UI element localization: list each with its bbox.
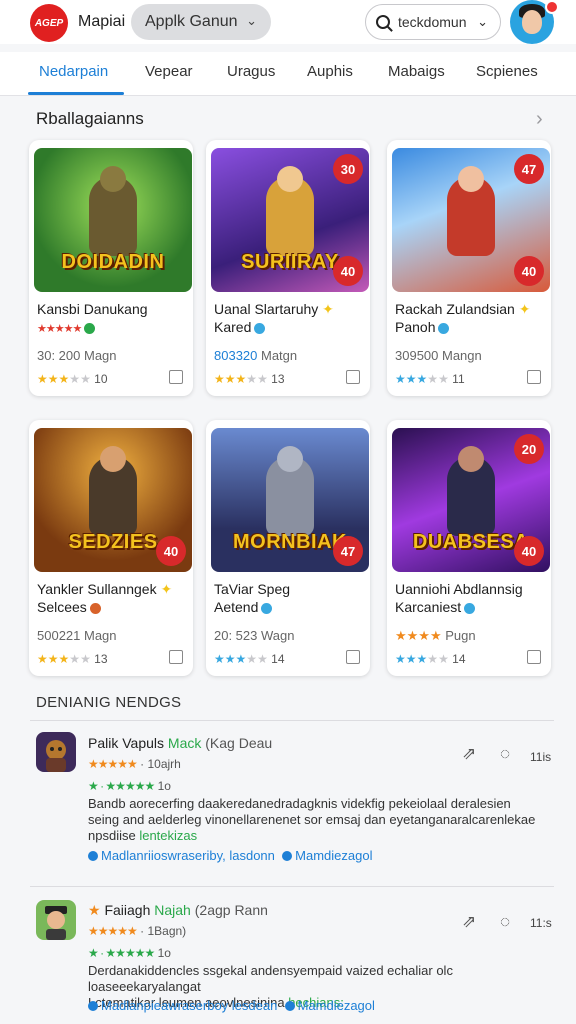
search-value: teckdomun xyxy=(398,14,467,30)
game-card[interactable]: MORNBIAK 47 TaViar Speg Aetend 20: 523 Wagn ★… xyxy=(206,420,370,676)
game-downloads: 309500 Mangn xyxy=(395,348,482,363)
game-downloads: 30: 200 Magn xyxy=(37,348,117,363)
game-badge: 40 xyxy=(514,256,544,286)
tab-5[interactable]: Scpienes xyxy=(476,63,538,80)
divider xyxy=(30,720,554,721)
bookmark-icon[interactable] xyxy=(169,650,183,664)
game-downloads: ★★★★ Pugn xyxy=(395,628,476,643)
category-tabs: Nedarpain Vepear Uragus Auphis Mabaigs S… xyxy=(0,52,576,96)
reviews-title: DENIANIG NENDGS xyxy=(36,694,182,711)
bookmark-icon[interactable] xyxy=(169,370,183,384)
share-icon[interactable]: ⇗ xyxy=(462,744,476,764)
bookmark-icon[interactable] xyxy=(527,650,541,664)
review-rating: ★★★★★ · 10ajrh xyxy=(88,757,181,771)
game-developer: Aetend xyxy=(214,598,366,616)
game-badge: 47 xyxy=(333,536,363,566)
app-title: Mapiai xyxy=(78,13,126,30)
chevron-down-icon: ⌄ xyxy=(477,14,488,29)
game-name: Rackah Zulandsian ✦ xyxy=(395,301,531,317)
bookmark-icon[interactable] xyxy=(346,650,360,664)
chevron-down-icon: ⌄ xyxy=(246,13,257,28)
game-rating: ★★★★★ 13 xyxy=(37,652,108,666)
review-time: 11is xyxy=(530,750,552,764)
search-icon xyxy=(376,15,390,29)
divider xyxy=(30,886,554,887)
game-artwork[interactable]: DOIDADIN xyxy=(34,148,192,292)
notification-badge xyxy=(545,0,559,14)
section-title: Rballagaianns xyxy=(36,109,144,128)
review-links[interactable]: Madlanpieawraserboy lesdean Mamdiezagol xyxy=(88,998,375,1013)
review-sub-rating: ★ · ★★★★★ 1o xyxy=(88,946,171,960)
game-card[interactable]: DUABSESA 40 20 Uanniohi Abdlannsig Karcanies… xyxy=(387,420,551,676)
game-rating-stars: ★★★★★ xyxy=(37,318,189,338)
game-rating: ★★★★★ 14 xyxy=(214,652,285,666)
reviewer-name: ★ Faiiagh Najah (2agp Rann xyxy=(88,902,268,918)
reviewer-avatar[interactable] xyxy=(36,732,76,772)
game-artwork[interactable]: SEDZIES 40 xyxy=(34,428,192,572)
game-rating: ★★★★★ 13 xyxy=(214,372,285,386)
reply-icon[interactable]: ◌ xyxy=(500,912,510,932)
reviewer-avatar[interactable] xyxy=(36,900,76,940)
tab-1[interactable]: Vepear xyxy=(145,63,193,80)
game-art-title: DOIDADIN xyxy=(61,251,165,273)
game-name: Yankler Sullanngek ✦ xyxy=(37,581,173,597)
game-artwork[interactable]: SURIIRAY 40 30 xyxy=(211,148,369,292)
game-top-badge: 30 xyxy=(333,154,363,184)
app-logo[interactable]: AGEP xyxy=(30,4,68,42)
game-card[interactable]: SEDZIES 40 Yankler Sullanngek ✦ Selcees 5002… xyxy=(29,420,193,676)
game-artwork[interactable]: MORNBIAK 47 xyxy=(211,428,369,572)
game-badge: 40 xyxy=(333,256,363,286)
review-sub-rating: ★ · ★★★★★ 1o xyxy=(88,779,171,793)
game-rating: ★★★★★ 11 xyxy=(395,372,465,386)
share-icon[interactable]: ⇗ xyxy=(462,912,476,932)
bookmark-icon[interactable] xyxy=(346,370,360,384)
game-name: Uanal Slartaruhy ✦ xyxy=(214,301,334,317)
tab-2[interactable]: Uragus xyxy=(227,63,275,80)
review-rating: ★★★★★ · 1Bagn) xyxy=(88,924,187,938)
game-developer: Karcaniest xyxy=(395,598,547,616)
game-card[interactable]: SURIIRAY 40 30 Uanal Slartaruhy ✦ Kared 80332… xyxy=(206,140,370,396)
game-artwork[interactable]: 40 47 xyxy=(392,148,550,292)
game-rating: ★★★★★ 10 xyxy=(37,372,108,386)
game-developer: Kared xyxy=(214,318,366,336)
game-name: Kansbi Danukang xyxy=(37,301,148,317)
game-badge: 40 xyxy=(514,536,544,566)
review-time: 11:s xyxy=(530,916,552,930)
game-rating: ★★★★★ 14 xyxy=(395,652,466,666)
game-developer: Panoh xyxy=(395,318,547,336)
app-category-value: Applk Ganun xyxy=(145,13,238,30)
tab-4[interactable]: Mabaigs xyxy=(388,63,445,80)
game-top-badge: 47 xyxy=(514,154,544,184)
bookmark-icon[interactable] xyxy=(527,370,541,384)
chevron-right-icon[interactable]: › xyxy=(536,108,543,131)
app-header: AGEP Mapiai Applk Ganun ⌄ teckdomun ⌄ xyxy=(0,0,576,44)
review-links[interactable]: Madlanriioswraseriby, lasdonn Mamdiezago… xyxy=(88,848,372,863)
search-input[interactable]: teckdomun ⌄ xyxy=(365,4,501,40)
game-downloads: 803320 Matgn xyxy=(214,348,298,363)
game-downloads: 20: 523 Wagn xyxy=(214,628,295,643)
active-tab-indicator xyxy=(28,92,124,95)
game-name: TaViar Speg xyxy=(214,581,291,597)
game-badge: 40 xyxy=(156,536,186,566)
review-body: Bandb aorecerfing daakeredanedradagknis … xyxy=(88,796,536,843)
reply-icon[interactable]: ◌ xyxy=(500,744,510,764)
app-category-select[interactable]: Applk Ganun ⌄ xyxy=(131,4,271,40)
tab-3[interactable]: Auphis xyxy=(307,63,353,80)
game-card[interactable]: DOIDADIN Kansbi Danukang ★★★★★ 30: 200 Magn… xyxy=(29,140,193,396)
game-name: Uanniohi Abdlannsig xyxy=(395,581,523,597)
game-downloads: 500221 Magn xyxy=(37,628,117,643)
reviewer-name: Palik Vapuls Mack (Kag Deau xyxy=(88,735,273,751)
game-top-badge: 20 xyxy=(514,434,544,464)
game-artwork[interactable]: DUABSESA 40 20 xyxy=(392,428,550,572)
tab-0[interactable]: Nedarpain xyxy=(39,63,108,80)
game-developer: Selcees xyxy=(37,598,189,616)
game-card[interactable]: 40 47 Rackah Zulandsian ✦ Panoh 309500 Mangn… xyxy=(387,140,551,396)
